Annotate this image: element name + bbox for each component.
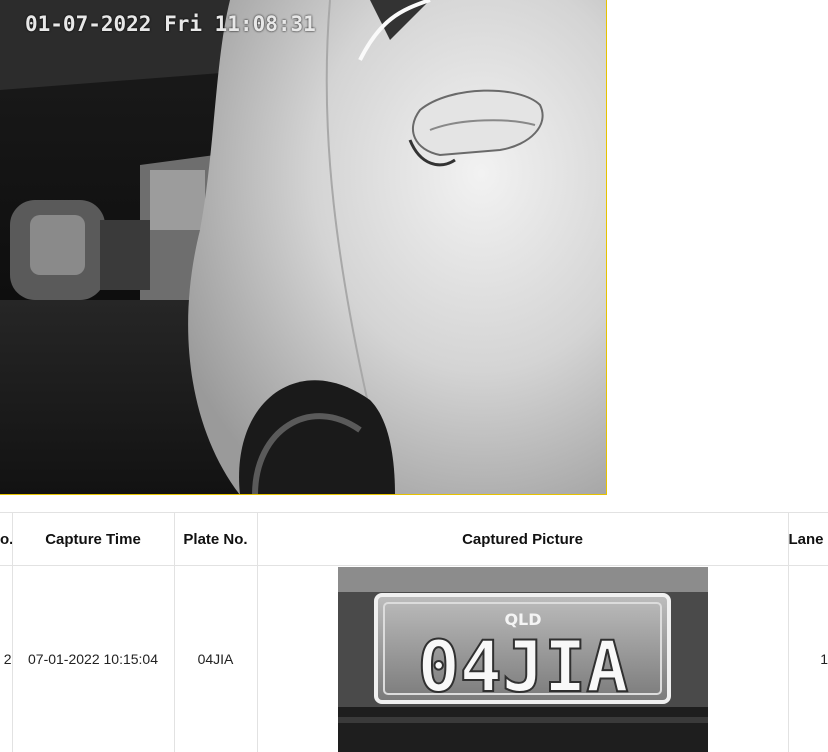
cell-no: 2 xyxy=(0,566,12,752)
capture-results-table: o. Capture Time Plate No. Captured Pictu… xyxy=(0,512,828,752)
camera-feed-image xyxy=(0,0,607,495)
live-view-video[interactable]: 01-07-2022 Fri 11:08:31 xyxy=(0,0,607,495)
column-header-capture-time[interactable]: Capture Time xyxy=(12,513,174,566)
column-header-lane[interactable]: Lane xyxy=(788,513,828,566)
cell-lane: 1 xyxy=(788,566,828,752)
osd-timestamp: 01-07-2022 Fri 11:08:31 xyxy=(25,12,316,36)
column-header-captured-picture[interactable]: Captured Picture xyxy=(257,513,788,566)
column-header-no[interactable]: o. xyxy=(0,513,12,566)
captured-plate-image[interactable]: QLD 04JIA xyxy=(338,567,708,752)
cell-capture-time: 07-01-2022 10:15:04 xyxy=(12,566,174,752)
table-header-row: o. Capture Time Plate No. Captured Pictu… xyxy=(0,513,828,566)
table-row[interactable]: 2 07-01-2022 10:15:04 04JIA xyxy=(0,566,828,752)
column-header-plate-no[interactable]: Plate No. xyxy=(174,513,257,566)
plate-number-text: 04JIA xyxy=(417,626,628,708)
cell-captured-picture: QLD 04JIA xyxy=(257,566,788,752)
cell-plate-no: 04JIA xyxy=(174,566,257,752)
